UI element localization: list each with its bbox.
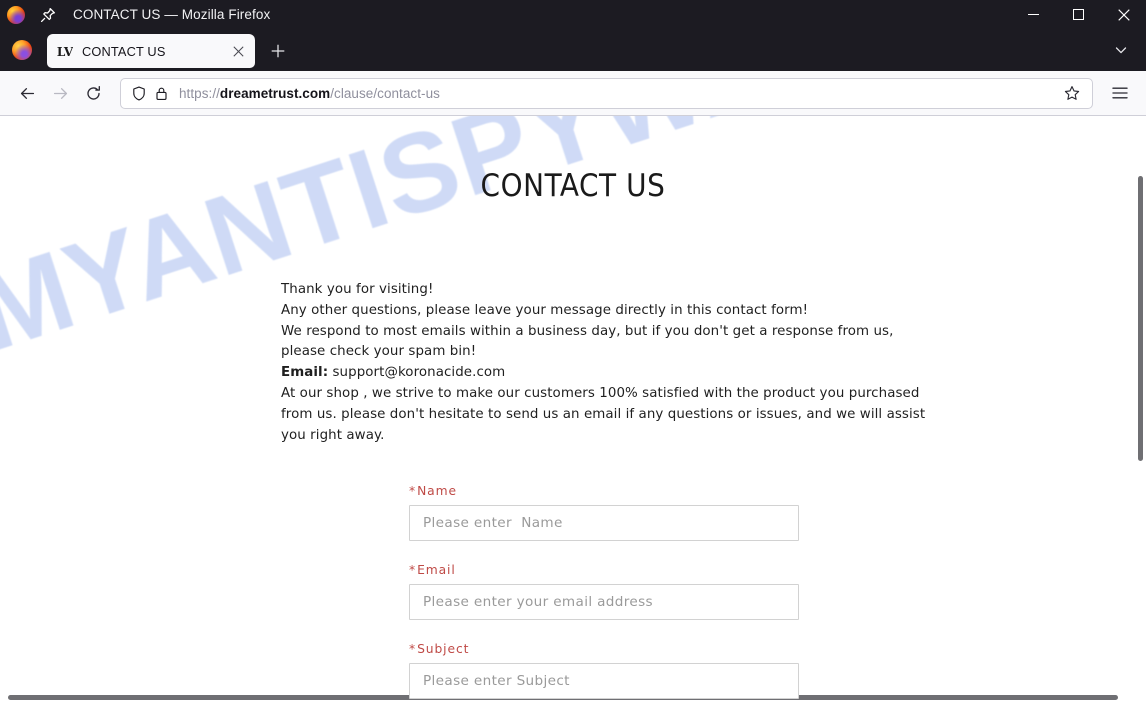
lock-icon[interactable]: [155, 86, 168, 101]
email-label: Email:: [281, 365, 329, 381]
tab-strip: LV CONTACT US: [0, 29, 1146, 71]
subject-input[interactable]: Please enter Subject: [409, 663, 799, 699]
vertical-scrollbar-thumb[interactable]: [1138, 176, 1143, 461]
subject-field-group: *Subject Please enter Subject: [409, 642, 799, 699]
subject-label-text: Subject: [417, 642, 470, 656]
plus-icon[interactable]: [263, 36, 293, 66]
browser-window: CONTACT US — Mozilla Firefox LV CONTACT …: [0, 0, 1146, 702]
svg-text:LV: LV: [57, 45, 73, 59]
intro-line-5: At our shop , we strive to make our cust…: [281, 385, 926, 443]
back-button[interactable]: [11, 77, 44, 110]
email-address: support@koronacide.com: [332, 365, 506, 381]
web-page: MYANTISPYWARE.COM CONTACT US Thank you f…: [0, 116, 1146, 702]
close-icon[interactable]: [227, 40, 249, 62]
subject-field-label: *Subject: [409, 642, 799, 656]
shield-icon[interactable]: [132, 86, 146, 101]
url-bar[interactable]: https://dreametrust.com/clause/contact-u…: [120, 77, 1093, 109]
tab-title: CONTACT US: [82, 43, 166, 59]
intro-paragraph: Thank you for visiting! Any other questi…: [281, 280, 931, 446]
minimize-button[interactable]: [1011, 0, 1056, 29]
contact-form: *Name Please enter Name *Email Please en…: [409, 484, 799, 699]
page-title: CONTACT US: [480, 168, 666, 204]
email-line: Email: support@koronacide.com: [281, 363, 931, 384]
page-viewport: MYANTISPYWARE.COM CONTACT US Thank you f…: [0, 116, 1146, 702]
window-controls: [1011, 0, 1146, 29]
required-marker: *: [409, 484, 417, 498]
firefox-logo-small-icon: [12, 40, 32, 60]
url-scheme: https://: [179, 85, 220, 101]
name-label-text: Name: [417, 484, 457, 498]
lv-monogram-favicon: LV: [56, 43, 73, 60]
title-bar: CONTACT US — Mozilla Firefox: [0, 0, 1146, 29]
email-label-text: Email: [417, 563, 456, 577]
url-text: https://dreametrust.com/clause/contact-u…: [179, 86, 1059, 101]
email-input[interactable]: Please enter your email address: [409, 584, 799, 620]
close-button[interactable]: [1101, 0, 1146, 29]
name-input[interactable]: Please enter Name: [409, 505, 799, 541]
required-marker: *: [409, 563, 417, 577]
browser-tab[interactable]: LV CONTACT US: [47, 34, 255, 68]
required-marker: *: [409, 642, 417, 656]
hamburger-icon[interactable]: [1104, 77, 1136, 109]
name-field-label: *Name: [409, 484, 799, 498]
navigation-toolbar: https://dreametrust.com/clause/contact-u…: [0, 71, 1146, 116]
intro-line-1: Thank you for visiting!: [281, 282, 434, 297]
window-title: CONTACT US — Mozilla Firefox: [73, 7, 271, 22]
intro-line-3: We respond to most emails within a busin…: [281, 323, 894, 360]
star-icon[interactable]: [1059, 80, 1085, 106]
chevron-down-icon[interactable]: [1106, 35, 1136, 65]
pin-icon[interactable]: [39, 6, 57, 24]
maximize-button[interactable]: [1056, 0, 1101, 29]
email-field-group: *Email Please enter your email address: [409, 563, 799, 620]
url-path: /clause/contact-us: [330, 85, 440, 101]
firefox-logo: [7, 5, 25, 24]
url-domain: dreametrust.com: [219, 85, 331, 101]
forward-button[interactable]: [44, 77, 77, 110]
intro-line-2: Any other questions, please leave your m…: [281, 302, 809, 318]
reload-button[interactable]: [77, 77, 110, 110]
email-field-label: *Email: [409, 563, 799, 577]
name-field-group: *Name Please enter Name: [409, 484, 799, 541]
